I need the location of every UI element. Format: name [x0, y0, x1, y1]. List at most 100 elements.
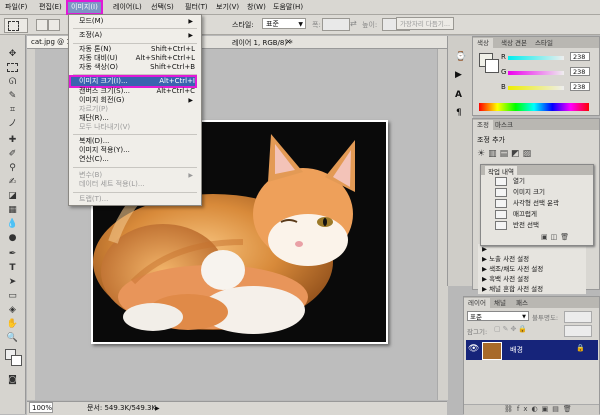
- brush-tool-icon[interactable]: ✐: [6, 149, 19, 160]
- eyedropper-icon[interactable]: ノ: [6, 119, 19, 130]
- style-select[interactable]: 표준 ▼: [262, 18, 306, 29]
- menu-item-image-size[interactable]: 이미지 크기(I)... Alt+Ctrl+I: [69, 75, 197, 88]
- path-select-icon[interactable]: ➤: [6, 277, 19, 288]
- red-slider[interactable]: [508, 56, 564, 60]
- blur-tool-icon[interactable]: 💧: [6, 219, 19, 230]
- menu-item-apply-image[interactable]: 이미지 적용(Y)...: [79, 146, 195, 155]
- menu-item-auto-color[interactable]: 자동 색상(O) Shift+Ctrl+B: [79, 63, 195, 72]
- menu-window[interactable]: 창(W): [244, 2, 269, 13]
- status-arrow-icon[interactable]: ▶: [155, 402, 160, 415]
- history-step-icon: [495, 221, 507, 230]
- opacity-field[interactable]: [564, 311, 592, 323]
- history-item[interactable]: 매끄럽게: [485, 209, 589, 219]
- red-value[interactable]: 238: [570, 52, 590, 61]
- color-spectrum-bar[interactable]: [479, 103, 589, 111]
- actions-panel-icon[interactable]: ▶: [455, 70, 462, 80]
- tab-swatches[interactable]: 색상 견본: [497, 38, 531, 48]
- character-panel-icon[interactable]: A: [455, 90, 462, 100]
- green-slider[interactable]: [508, 71, 564, 75]
- zoom-tool-icon[interactable]: 🔍: [6, 333, 19, 344]
- tab-styles[interactable]: 스타일: [531, 38, 557, 48]
- adjustment-icons-row[interactable]: ☀▥▤◩▨: [477, 149, 595, 163]
- history-item[interactable]: 반전 선택: [485, 220, 589, 230]
- menu-layer[interactable]: 레이어(L): [110, 2, 145, 13]
- menu-item-calculations[interactable]: 연산(C)...: [79, 155, 195, 164]
- menu-item-adjustments[interactable]: 조정(A) ▶: [79, 31, 195, 40]
- menu-item-canvas-size[interactable]: 캔버스 크기(S)... Alt+Ctrl+C: [79, 87, 195, 96]
- history-item[interactable]: 이미지 크기: [485, 187, 589, 197]
- blend-mode-select[interactable]: 표준 ▼: [467, 311, 529, 321]
- menu-file[interactable]: 파일(F): [2, 2, 30, 13]
- refine-edge-button[interactable]: 가장자리 다듬기...: [396, 17, 454, 30]
- menu-item-image-rotation[interactable]: 이미지 회전(G) ▶: [79, 96, 195, 105]
- preset-label: 채널 혼합 사전 설정: [489, 285, 544, 293]
- eraser-icon[interactable]: ◪: [6, 191, 19, 202]
- crop-tool-icon[interactable]: ⌗: [6, 105, 19, 116]
- tab-masks[interactable]: 마스크: [491, 120, 517, 130]
- height-label: 높이:: [362, 21, 378, 29]
- menu-item-reveal-all: 모두 나타내기(V): [79, 123, 195, 132]
- clone-stamp-icon[interactable]: ⚲: [6, 163, 19, 174]
- history-panel-icon[interactable]: ⌚: [455, 52, 466, 62]
- marquee-tool-icon[interactable]: [7, 63, 18, 72]
- move-tool-icon[interactable]: ✥: [6, 49, 19, 60]
- menu-item-trim[interactable]: 재단(R)...: [79, 114, 195, 123]
- layer-footer-icons[interactable]: ⛓fx◐▣▤🗑: [504, 405, 576, 413]
- history-footer-icons[interactable]: ▣◫🗑: [541, 233, 572, 241]
- background-color-swatch[interactable]: [485, 59, 499, 73]
- blue-value[interactable]: 238: [570, 82, 590, 91]
- tool-preset-picker[interactable]: [4, 18, 28, 33]
- eye-visibility-icon[interactable]: 👁: [468, 344, 479, 354]
- history-item[interactable]: 열기: [485, 176, 589, 186]
- fill-field[interactable]: [564, 325, 592, 337]
- dodge-tool-icon[interactable]: ●: [6, 233, 19, 244]
- menu-item-label: 캔버스 크기(S)...: [79, 87, 131, 95]
- add-selection-icon[interactable]: [48, 19, 60, 31]
- green-value[interactable]: 238: [570, 67, 590, 76]
- healing-brush-icon[interactable]: ✚: [6, 135, 19, 146]
- menu-select[interactable]: 선택(S): [148, 2, 177, 13]
- menu-item-duplicate[interactable]: 복제(D)...: [79, 137, 195, 146]
- width-field[interactable]: [322, 18, 350, 31]
- menu-item-auto-contrast[interactable]: 자동 대비(U) Alt+Shift+Ctrl+L: [79, 54, 195, 63]
- menu-filter[interactable]: 필터(T): [182, 2, 211, 13]
- tab-channels[interactable]: 채널: [490, 298, 510, 308]
- tab-color[interactable]: 색상: [473, 38, 493, 48]
- layer-row-background[interactable]: 👁 배경 🔒: [466, 340, 598, 360]
- quick-select-icon[interactable]: ✎: [6, 91, 19, 102]
- shape-tool-icon[interactable]: ▭: [6, 291, 19, 302]
- zoom-level[interactable]: 100%: [29, 402, 53, 413]
- menu-separator: [73, 43, 197, 44]
- blue-slider[interactable]: [508, 86, 564, 90]
- expand-arrow-icon: ▶: [482, 245, 487, 253]
- preset-row[interactable]: ▶ 채널 혼합 사전 설정: [478, 284, 586, 295]
- menu-edit[interactable]: 편집(E): [36, 2, 65, 13]
- 3d-rotate-icon[interactable]: ◈: [6, 305, 19, 316]
- history-panel-header[interactable]: 작업 내역: [481, 165, 593, 176]
- close-icon[interactable]: ×: [285, 37, 292, 46]
- background-color-swatch[interactable]: [11, 355, 22, 366]
- history-step-icon: [495, 210, 507, 219]
- paragraph-panel-icon[interactable]: ¶: [456, 108, 462, 118]
- type-tool-icon[interactable]: T: [6, 263, 19, 274]
- menu-item-crop: 자르기(P): [79, 105, 195, 114]
- gradient-tool-icon[interactable]: ▦: [6, 205, 19, 216]
- menu-image[interactable]: 이미지(I): [66, 0, 103, 15]
- menu-item-auto-tone[interactable]: 자동 톤(N) Shift+Ctrl+L: [79, 45, 195, 54]
- menu-view[interactable]: 보기(V): [213, 2, 242, 13]
- history-brush-icon[interactable]: ✍: [6, 177, 19, 188]
- hand-tool-icon[interactable]: ✋: [6, 319, 19, 330]
- pen-tool-icon[interactable]: ✒: [6, 249, 19, 260]
- history-item[interactable]: 사각형 선택 윤곽: [485, 198, 589, 208]
- lasso-tool-icon[interactable]: ᘏ: [6, 77, 19, 88]
- tab-layers[interactable]: 레이어: [464, 298, 490, 308]
- menu-help[interactable]: 도움말(H): [270, 2, 306, 13]
- lock-icons[interactable]: ▢✎✥🔒: [494, 325, 529, 333]
- panel-icon-strip: ⌚ ▶ A ¶: [447, 36, 473, 286]
- menu-item-label: 자동 톤(N): [79, 45, 112, 53]
- tab-paths[interactable]: 패스: [512, 298, 532, 308]
- menu-item-mode[interactable]: 모드(M) ▶: [79, 17, 195, 26]
- quick-mask-icon[interactable]: ◙: [6, 375, 19, 386]
- tab-adjustments[interactable]: 조정: [473, 120, 493, 130]
- new-selection-icon[interactable]: [36, 19, 48, 31]
